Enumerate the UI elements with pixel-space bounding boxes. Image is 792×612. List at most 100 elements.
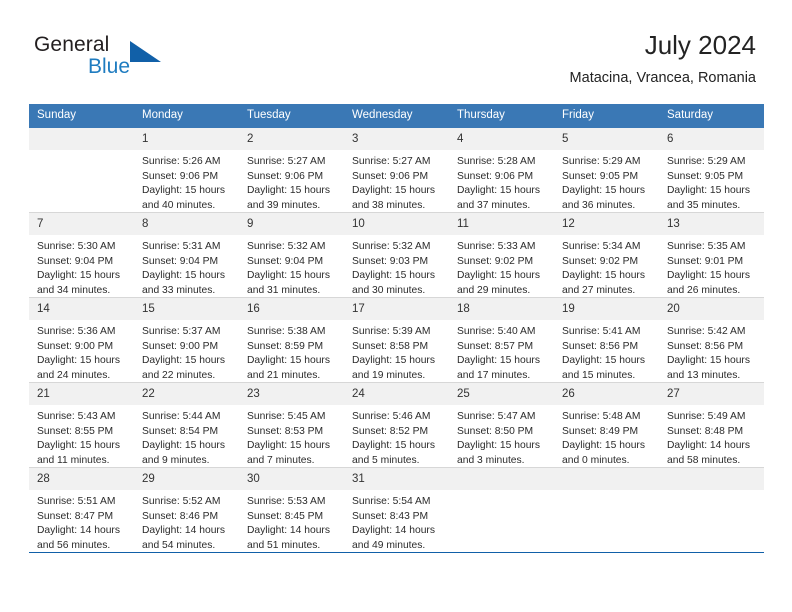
logo-text-general: General — [34, 33, 110, 56]
sunrise-text: Sunrise: 5:28 AM — [457, 156, 536, 167]
daylight-text-line2: and 33 minutes. — [142, 284, 216, 296]
sunrise-text: Sunrise: 5:41 AM — [562, 326, 641, 337]
sunset-text: Sunset: 9:06 PM — [247, 170, 324, 182]
calendar-day-cell[interactable]: 14 Sunrise: 5:36 AM Sunset: 9:00 PM Dayligh… — [29, 297, 134, 383]
calendar-day-cell[interactable]: 9 Sunrise: 5:32 AM Sunset: 9:04 PM Daylight… — [239, 212, 344, 298]
daylight-text-line1: Daylight: 15 hours — [562, 355, 645, 367]
daylight-text-line2: and 21 minutes. — [247, 369, 321, 381]
calendar-day-cell[interactable]: 15 Sunrise: 5:37 AM Sunset: 9:00 PM Dayligh… — [134, 297, 239, 383]
calendar-day-cell[interactable]: 31 Sunrise: 5:54 AM Sunset: 8:43 PM Dayligh… — [344, 467, 449, 553]
daylight-text-line1: Daylight: 15 hours — [457, 355, 540, 367]
day-number: 8 — [134, 213, 239, 235]
calendar-day-cell[interactable]: 21 Sunrise: 5:43 AM Sunset: 8:55 PM Dayligh… — [29, 382, 134, 468]
daylight-text-line1: Daylight: 15 hours — [352, 440, 435, 452]
sunset-text: Sunset: 9:01 PM — [667, 255, 744, 267]
weekday-header-tuesday: Tuesday — [239, 104, 344, 128]
calendar-day-cell[interactable]: 3 Sunrise: 5:27 AM Sunset: 9:06 PM Daylight… — [344, 128, 449, 213]
day-details: Sunrise: 5:41 AM Sunset: 8:56 PM Daylight:… — [554, 320, 659, 382]
day-details: Sunrise: 5:29 AM Sunset: 9:05 PM Daylight:… — [554, 150, 659, 212]
calendar-day-cell[interactable]: 11 Sunrise: 5:33 AM Sunset: 9:02 PM Dayligh… — [449, 212, 554, 298]
sunset-text: Sunset: 9:05 PM — [562, 170, 639, 182]
sunrise-text: Sunrise: 5:29 AM — [667, 156, 746, 167]
sunrise-text: Sunrise: 5:47 AM — [457, 411, 536, 422]
day-number: 13 — [659, 213, 764, 235]
sunrise-text: Sunrise: 5:32 AM — [352, 241, 431, 252]
sunset-text: Sunset: 9:02 PM — [457, 255, 534, 267]
daylight-text-line2: and 15 minutes. — [562, 369, 636, 381]
calendar-day-cell[interactable]: 2 Sunrise: 5:27 AM Sunset: 9:06 PM Daylight… — [239, 128, 344, 213]
calendar-week-row: 7 Sunrise: 5:30 AM Sunset: 9:04 PM Daylight… — [29, 212, 764, 298]
general-blue-logo[interactable]: General Blue — [34, 33, 214, 85]
sunrise-text: Sunrise: 5:37 AM — [142, 326, 221, 337]
sunset-text: Sunset: 9:00 PM — [37, 340, 114, 352]
calendar-day-cell[interactable]: 24 Sunrise: 5:46 AM Sunset: 8:52 PM Dayligh… — [344, 382, 449, 468]
daylight-text-line2: and 39 minutes. — [247, 199, 321, 211]
day-details: Sunrise: 5:36 AM Sunset: 9:00 PM Daylight:… — [29, 320, 134, 382]
day-details: Sunrise: 5:37 AM Sunset: 9:00 PM Daylight:… — [134, 320, 239, 382]
calendar-day-cell[interactable]: 6 Sunrise: 5:29 AM Sunset: 9:05 PM Daylight… — [659, 128, 764, 213]
weekday-header-thursday: Thursday — [449, 104, 554, 128]
day-number: 30 — [239, 468, 344, 490]
page-header: General Blue July 2024 Matacina, Vrancea… — [0, 0, 792, 100]
calendar-day-cell[interactable]: 19 Sunrise: 5:41 AM Sunset: 8:56 PM Dayligh… — [554, 297, 659, 383]
daylight-text-line1: Daylight: 15 hours — [562, 440, 645, 452]
day-details: Sunrise: 5:35 AM Sunset: 9:01 PM Daylight:… — [659, 235, 764, 297]
day-number: 5 — [554, 128, 659, 150]
daylight-text-line2: and 11 minutes. — [37, 454, 110, 466]
page-title: July 2024 — [644, 30, 756, 60]
daylight-text-line2: and 37 minutes. — [457, 199, 531, 211]
calendar-day-cell[interactable]: 26 Sunrise: 5:48 AM Sunset: 8:49 PM Dayligh… — [554, 382, 659, 468]
sunrise-text: Sunrise: 5:54 AM — [352, 496, 431, 507]
daylight-text-line1: Daylight: 15 hours — [247, 270, 330, 282]
sunrise-text: Sunrise: 5:52 AM — [142, 496, 221, 507]
sunrise-text: Sunrise: 5:36 AM — [37, 326, 116, 337]
day-number: 15 — [134, 298, 239, 320]
sunset-text: Sunset: 8:56 PM — [562, 340, 639, 352]
sunrise-text: Sunrise: 5:27 AM — [352, 156, 431, 167]
calendar-table: Sunday Monday Tuesday Wednesday Thursday Frid… — [29, 104, 764, 553]
day-details: Sunrise: 5:52 AM Sunset: 8:46 PM Daylight:… — [134, 490, 239, 552]
sunrise-text: Sunrise: 5:26 AM — [142, 156, 221, 167]
calendar-day-cell[interactable]: 1 Sunrise: 5:26 AM Sunset: 9:06 PM Daylight… — [134, 128, 239, 213]
day-number: 23 — [239, 383, 344, 405]
calendar-day-cell[interactable]: 7 Sunrise: 5:30 AM Sunset: 9:04 PM Daylight… — [29, 212, 134, 298]
calendar-day-cell[interactable]: 17 Sunrise: 5:39 AM Sunset: 8:58 PM Dayligh… — [344, 297, 449, 383]
calendar-day-cell[interactable]: 18 Sunrise: 5:40 AM Sunset: 8:57 PM Dayligh… — [449, 297, 554, 383]
calendar-day-cell[interactable]: 27 Sunrise: 5:49 AM Sunset: 8:48 PM Dayligh… — [659, 382, 764, 468]
calendar-day-cell[interactable]: 12 Sunrise: 5:34 AM Sunset: 9:02 PM Dayligh… — [554, 212, 659, 298]
daylight-text-line2: and 24 minutes. — [37, 369, 111, 381]
calendar-day-cell[interactable]: 4 Sunrise: 5:28 AM Sunset: 9:06 PM Daylight… — [449, 128, 554, 213]
calendar-day-cell-empty — [449, 467, 554, 553]
day-number: 16 — [239, 298, 344, 320]
calendar-day-cell[interactable]: 8 Sunrise: 5:31 AM Sunset: 9:04 PM Daylight… — [134, 212, 239, 298]
calendar-day-cell[interactable]: 25 Sunrise: 5:47 AM Sunset: 8:50 PM Dayligh… — [449, 382, 554, 468]
day-number: 28 — [29, 468, 134, 490]
calendar-day-cell[interactable]: 10 Sunrise: 5:32 AM Sunset: 9:03 PM Dayligh… — [344, 212, 449, 298]
calendar-day-cell[interactable]: 13 Sunrise: 5:35 AM Sunset: 9:01 PM Dayligh… — [659, 212, 764, 298]
daylight-text-line2: and 35 minutes. — [667, 199, 741, 211]
day-details: Sunrise: 5:33 AM Sunset: 9:02 PM Daylight:… — [449, 235, 554, 297]
sunset-text: Sunset: 9:00 PM — [142, 340, 219, 352]
day-number: 6 — [659, 128, 764, 150]
calendar-day-cell[interactable]: 5 Sunrise: 5:29 AM Sunset: 9:05 PM Daylight… — [554, 128, 659, 213]
daylight-text-line1: Daylight: 15 hours — [142, 185, 225, 197]
sunrise-text: Sunrise: 5:39 AM — [352, 326, 431, 337]
calendar-day-cell[interactable]: 28 Sunrise: 5:51 AM Sunset: 8:47 PM Dayligh… — [29, 467, 134, 553]
calendar-body: 1 Sunrise: 5:26 AM Sunset: 9:06 PM Daylight… — [29, 128, 764, 553]
calendar-day-cell[interactable]: 30 Sunrise: 5:53 AM Sunset: 8:45 PM Dayligh… — [239, 467, 344, 553]
sunset-text: Sunset: 8:57 PM — [457, 340, 534, 352]
calendar-day-cell[interactable]: 16 Sunrise: 5:38 AM Sunset: 8:59 PM Dayligh… — [239, 297, 344, 383]
daylight-text-line2: and 36 minutes. — [562, 199, 636, 211]
weekday-header-wednesday: Wednesday — [344, 104, 449, 128]
calendar-day-cell[interactable]: 23 Sunrise: 5:45 AM Sunset: 8:53 PM Dayligh… — [239, 382, 344, 468]
calendar-day-cell[interactable]: 29 Sunrise: 5:52 AM Sunset: 8:46 PM Dayligh… — [134, 467, 239, 553]
calendar-day-cell[interactable]: 22 Sunrise: 5:44 AM Sunset: 8:54 PM Dayligh… — [134, 382, 239, 468]
day-details: Sunrise: 5:46 AM Sunset: 8:52 PM Daylight:… — [344, 405, 449, 467]
day-number: 31 — [344, 468, 449, 490]
calendar-day-cell[interactable]: 20 Sunrise: 5:42 AM Sunset: 8:56 PM Dayligh… — [659, 297, 764, 383]
daylight-text-line1: Daylight: 15 hours — [667, 270, 750, 282]
daylight-text-line1: Daylight: 15 hours — [667, 185, 750, 197]
weekday-header-sunday: Sunday — [29, 104, 134, 128]
calendar-day-cell-empty — [554, 467, 659, 553]
day-details: Sunrise: 5:45 AM Sunset: 8:53 PM Daylight:… — [239, 405, 344, 467]
